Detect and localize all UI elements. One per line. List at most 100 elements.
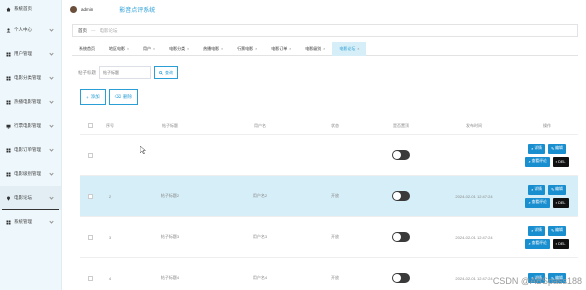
close-icon[interactable]: × [127,47,129,51]
edit-button[interactable]: ✎ 编辑 [547,184,566,195]
search-icon: ⌕ [531,187,534,192]
close-icon[interactable]: × [153,47,155,51]
checkbox[interactable] [87,123,93,128]
sidebar-item-profile[interactable]: 个人中心 [0,18,61,42]
breadcrumb-home[interactable]: 首页 [78,28,87,34]
chevron-down-icon [49,219,54,224]
detail-button[interactable]: ⌕ 详情 [528,225,545,236]
tab-orders[interactable]: 电影订单 × [264,42,298,56]
add-button[interactable]: + 添加 [80,89,106,105]
tab-ticket-movies[interactable]: 行票电影 × [230,42,264,56]
tab-label: 系统首页 [79,45,95,51]
chevron-down-icon [49,147,54,152]
close-icon[interactable]: × [357,47,359,51]
sidebar-item-ticket-movies[interactable]: 行票电影管理 [0,114,61,138]
sidebar-item-movie-categories[interactable]: 电影分类管理 [0,66,61,90]
row-pinned [370,273,432,283]
chevron-down-icon [49,99,54,104]
detail-button[interactable]: ⌕ 详情 [528,184,545,195]
close-icon[interactable]: × [289,47,291,51]
header-select-all[interactable] [80,123,100,128]
sidebar-item-label: 电影分类管理 [14,75,41,80]
row-index: 2 [108,193,112,199]
edit-label: 编辑 [555,146,563,150]
tab-forum[interactable]: 电影论坛 × [332,41,367,56]
system-title: 影音点评系统 [119,7,156,14]
plus-icon: + [86,94,89,100]
sidebar-item-hot-movies[interactable]: 热播电影管理 [0,90,61,114]
table-row[interactable]: ⌕ 详情 ✎ 编辑 ⌕ 查看评论 ▪ DEL [80,135,578,176]
search-label: 帖子标题 [78,69,96,75]
del-button[interactable]: ▪ DEL [552,238,569,249]
sidebar-item-levels[interactable]: 电影级别管理 [0,162,61,186]
tab-users[interactable]: 用户 × [136,42,162,56]
sidebar-home-label: 系统首页 [14,6,32,11]
pencil-icon: ✎ [550,188,555,192]
close-icon[interactable]: × [255,47,257,51]
row-pinned [370,232,432,242]
view-comments-button[interactable]: ⌕ 查看评论 [525,156,550,167]
search-icon: ⌕ [528,159,531,164]
pin-icon [7,196,10,201]
chevron-down-icon [49,195,54,200]
username[interactable]: admin [81,7,93,12]
grid-icon [6,220,11,224]
edit-button[interactable]: ✎ 编辑 [547,143,566,154]
checkbox[interactable] [87,152,93,158]
row-select [80,193,100,199]
tab-levels[interactable]: 电影级别 × [298,42,332,56]
chevron-down-icon [49,171,54,176]
tab-region-movies[interactable]: 地区电影 × [102,42,136,56]
header-title: 帖子标题 [162,122,178,128]
close-icon[interactable]: × [221,47,223,51]
view-comments-button[interactable]: ⌕ 查看评论 [525,197,550,208]
comments-label: 查看评论 [531,241,547,245]
pinned-toggle[interactable] [392,191,410,201]
action-bar: + 添加 ⌫ 删除 [80,89,139,105]
edit-button[interactable]: ✎ 编辑 [547,225,566,236]
close-icon[interactable]: × [187,47,189,51]
search-button[interactable]: 查询 [154,66,178,79]
tab-hot-movies[interactable]: 热播电影 × [196,42,230,56]
chevron-down-icon [49,123,54,128]
search-icon: ⌕ [528,200,531,205]
search-icon: ⌕ [528,241,531,246]
home-icon [6,7,11,11]
tab-label: 用户 [143,45,152,51]
grid-icon [6,100,11,104]
checkbox[interactable] [87,234,93,240]
pinned-toggle[interactable] [392,150,410,160]
checkbox[interactable] [87,193,93,199]
avatar[interactable] [70,5,77,13]
sidebar-item-forum[interactable]: 电影论坛 [0,186,61,210]
delete-button[interactable]: ⌫ 删除 [108,89,139,105]
row-user: 用户名4 [252,275,268,280]
sidebar-item-label: 用户管理 [14,51,32,56]
tab-label: 热播电影 [203,45,220,51]
pinned-toggle[interactable] [392,232,410,242]
del-button[interactable]: ▪ DEL [552,197,569,208]
del-label: DEL [558,159,566,164]
chevron-down-icon [49,51,54,56]
table-row[interactable]: 2 帖子标题2 用户名2 开放 2024-02-01 12:47:24 ⌕ 详情 … [80,176,578,217]
search-input[interactable] [99,66,151,79]
view-comments-button[interactable]: ⌕ 查看评论 [525,238,550,249]
comments-label: 查看评论 [531,159,547,163]
row-pinned [370,191,432,201]
header-actions: 操作 [543,122,551,128]
pencil-icon: ✎ [550,147,555,151]
row-actions: ⌕ 详情 ✎ 编辑 ⌕ 查看评论 ▪ DEL [516,225,578,249]
sidebar-item-system[interactable]: 系统管理 [0,210,61,234]
checkbox[interactable] [87,275,93,281]
chevron-down-icon [49,75,54,80]
tab-home[interactable]: 系统首页 [72,42,102,56]
tab-movie-categories[interactable]: 电影分类 × [162,42,196,56]
del-button[interactable]: ▪ DEL [552,156,569,167]
detail-button[interactable]: ⌕ 详情 [528,143,545,154]
close-icon[interactable]: × [323,47,325,51]
table-row[interactable]: 3 帖子标题3 用户名3 开放 2024-02-01 12:47:24 ⌕ 详情 … [80,217,578,258]
sidebar-item-home[interactable]: 系统首页 [0,0,61,18]
sidebar-item-orders[interactable]: 电影订单管理 [0,138,61,162]
sidebar-item-users[interactable]: 用户管理 [0,42,61,66]
pinned-toggle[interactable] [392,273,410,283]
